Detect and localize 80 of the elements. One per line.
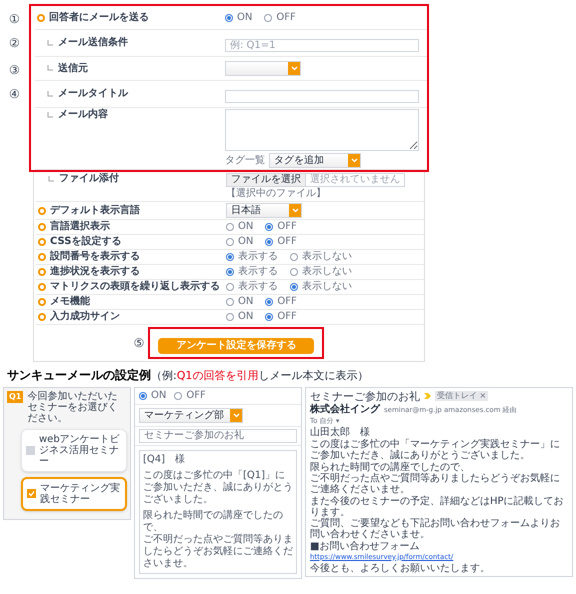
setting-label: メール内容 bbox=[58, 109, 108, 121]
radio-option[interactable]: OFF bbox=[174, 390, 206, 402]
setting-label: 進捗状況を表示する bbox=[50, 266, 140, 278]
annotation-number: ⑤ bbox=[134, 336, 144, 350]
sender-name: 株式会社イング bbox=[310, 404, 380, 416]
importance-marker-icon bbox=[424, 393, 431, 399]
email-line: ■お問い合わせフォーム bbox=[310, 540, 420, 552]
radio-option[interactable]: 表示する bbox=[226, 266, 278, 278]
example-caption: （例:Q1の回答を引用 しメール本文に表示） bbox=[151, 368, 368, 384]
setting-label: 言語選択表示 bbox=[50, 221, 110, 233]
annotation-number: ① bbox=[9, 12, 20, 26]
email-line: 山田太郎 様 bbox=[310, 426, 371, 438]
annotation-number: ③ bbox=[9, 63, 20, 77]
setting-label: 入力成功サイン bbox=[50, 311, 120, 323]
setting-label: メールタイトル bbox=[58, 88, 128, 100]
dropdown-caret-icon bbox=[230, 408, 242, 422]
radio-option[interactable]: 表示しない bbox=[290, 251, 352, 263]
radio-option[interactable]: ON bbox=[226, 296, 254, 308]
setting-label: デフォルト表示言語 bbox=[50, 204, 140, 216]
radio-option[interactable]: ON bbox=[226, 221, 254, 233]
setting-label: 送信元 bbox=[58, 62, 88, 74]
choose-file-button[interactable]: ファイルを選択 bbox=[227, 174, 306, 186]
radio-option[interactable]: 表示しない bbox=[290, 281, 352, 293]
email-closing: 今後とも、よろしくお願いいたします。 bbox=[310, 562, 491, 574]
radio-option[interactable]: 表示しない bbox=[290, 266, 352, 278]
text-input[interactable]: 例: Q1=1 bbox=[225, 39, 419, 52]
checkbox[interactable] bbox=[27, 489, 36, 498]
radio-option[interactable]: OFF bbox=[265, 311, 297, 323]
radio-option[interactable]: OFF bbox=[265, 221, 297, 233]
checkbox[interactable] bbox=[26, 446, 35, 454]
body-line: この度はご多忙の中「[Q1]」に bbox=[143, 470, 286, 482]
text-input[interactable] bbox=[225, 90, 419, 103]
radio-option[interactable]: ON bbox=[226, 236, 254, 248]
setting-label: マトリクスの表頭を繰り返し表示する bbox=[50, 281, 220, 293]
selected-file-note: 【選択中のファイル】 bbox=[226, 188, 327, 200]
subject-input[interactable]: セミナーご参加のお礼 bbox=[139, 428, 297, 442]
email-line: 限られた時間での講座でしたので、 bbox=[310, 462, 471, 472]
email-line: ご不明だった点やご質問等ありましたらどうぞお気軽にご連絡くださいませ。 bbox=[310, 472, 561, 494]
body-line: 限られた時間での講座でしたので、 bbox=[143, 510, 284, 534]
setting-label: 設問番号を表示する bbox=[50, 251, 140, 263]
email-line: この度はご多忙の中「マーケティング実践セミナー」に bbox=[310, 438, 561, 450]
select-dropdown[interactable]: 日本語 bbox=[226, 203, 302, 218]
choice-card[interactable]: マーケティング実践セミナー bbox=[21, 476, 127, 510]
dropdown-caret-icon bbox=[348, 154, 360, 167]
example-title: サンキューメールの設定例 bbox=[7, 367, 151, 384]
radio-option[interactable]: 表示する bbox=[226, 281, 278, 293]
setting-label: メモ機能 bbox=[50, 296, 90, 308]
tag-list-label: タグ一覧 bbox=[225, 154, 265, 166]
choice-card[interactable]: webアンケートビジネス活用セミナー bbox=[21, 428, 127, 472]
radio-option[interactable]: ON bbox=[226, 311, 254, 323]
body-line: ご参加いただき、誠にありがとうございました。 bbox=[143, 482, 293, 506]
radio-option[interactable]: OFF bbox=[264, 12, 296, 24]
setting-label: CSSを設定する bbox=[50, 236, 122, 248]
email-line: ご質問、ご要望なども下記お問い合わせフォームよりお問い合わせくださいませ。 bbox=[310, 518, 561, 540]
setting-label: メール送信条件 bbox=[58, 37, 128, 49]
annotation-number: ② bbox=[9, 36, 20, 50]
dropdown-caret-icon bbox=[288, 62, 300, 75]
setting-label: ファイル添付 bbox=[59, 173, 119, 185]
email-subject: セミナーご参加のお礼 bbox=[310, 390, 420, 402]
radio-option[interactable]: OFF bbox=[265, 236, 297, 248]
file-status-text: 選択されていません bbox=[309, 174, 401, 186]
question-number-badge: Q1 bbox=[7, 390, 24, 402]
mail-body-textarea[interactable]: [Q4] 様 この度はご多忙の中「[Q1]」に ご参加いただき、誠にありがとうございました。 限られた時間での講座でしたので、 ご不明だった点やご質問等ありましたらどうぞお気軽にご連絡くださいませ。 bbox=[139, 450, 297, 574]
email-line: また今後のセミナーの予定、詳細などはHPに記載しております。 bbox=[310, 496, 565, 518]
question-text: 今回参加いただいたセミナーをお選びください。 bbox=[27, 390, 118, 424]
radio-option[interactable]: ON bbox=[225, 12, 252, 24]
tag-dropdown[interactable]: タグを追加 bbox=[269, 153, 361, 168]
radio-option[interactable]: ON bbox=[139, 390, 166, 402]
select-dropdown[interactable]: マーケティング部 bbox=[139, 408, 243, 422]
body-line: [Q4] 様 bbox=[143, 454, 186, 466]
select-dropdown[interactable] bbox=[225, 61, 301, 76]
inbox-tag[interactable]: 受信トレイ × bbox=[435, 391, 488, 401]
dropdown-caret-icon bbox=[289, 204, 301, 217]
radio-option[interactable]: 表示する bbox=[226, 251, 278, 263]
body-line: ご不明だった点やご質問等ありましたらどうぞお気軽にご連絡くださいませ。 bbox=[143, 534, 293, 570]
setting-label: 回答者にメールを送る bbox=[49, 12, 149, 24]
annotation-number: ④ bbox=[9, 87, 20, 101]
radio-option[interactable]: OFF bbox=[265, 296, 297, 308]
email-line: ご参加いただき、誠にありがとうございました。 bbox=[310, 450, 531, 460]
mail-body-textarea[interactable] bbox=[225, 109, 419, 151]
